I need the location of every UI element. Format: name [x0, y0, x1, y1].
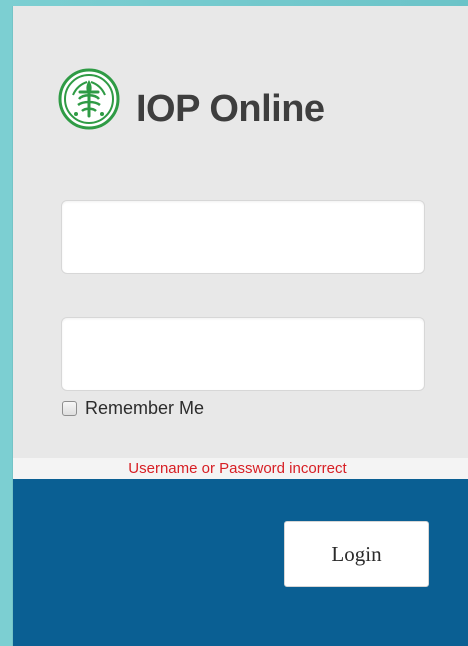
- brand-header: IOP Online: [58, 68, 388, 138]
- remember-me-checkbox[interactable]: [62, 400, 77, 416]
- medical-emblem-icon: [58, 68, 120, 130]
- login-panel: IOP Online Remember Me Username or Passw…: [13, 6, 468, 646]
- login-actions-panel: Login: [13, 479, 468, 646]
- error-message-bar: Username or Password incorrect: [13, 458, 468, 479]
- password-input[interactable]: [61, 317, 425, 391]
- remember-me-label: Remember Me: [85, 397, 205, 418]
- error-message: Username or Password incorrect: [128, 460, 347, 477]
- remember-me-control[interactable]: Remember Me: [62, 396, 204, 420]
- login-button[interactable]: Login: [284, 521, 429, 587]
- app-title: IOP Online: [136, 88, 325, 130]
- username-input[interactable]: [61, 200, 425, 274]
- login-page: IOP Online Remember Me Username or Passw…: [0, 0, 468, 646]
- login-panel-top: IOP Online Remember Me: [13, 6, 468, 458]
